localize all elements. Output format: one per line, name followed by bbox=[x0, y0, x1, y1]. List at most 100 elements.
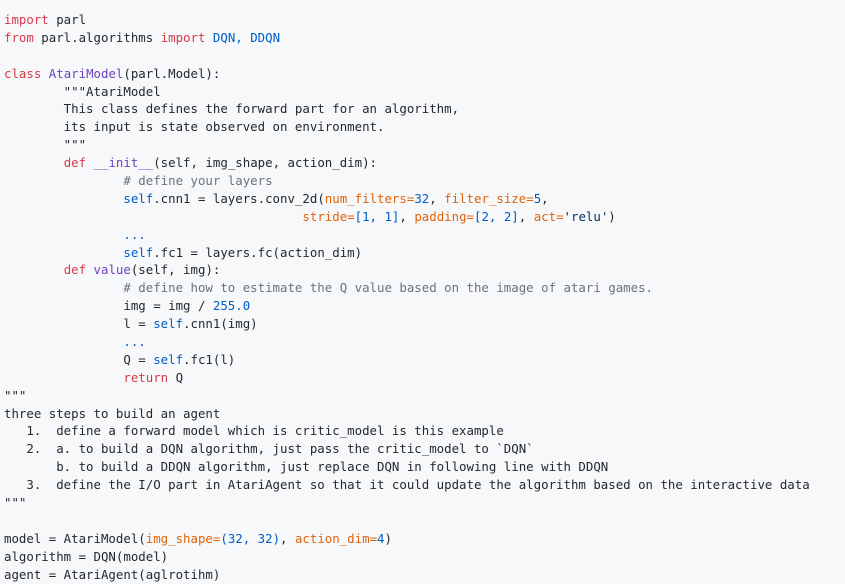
code-token: its input is state observed on environme… bbox=[4, 119, 385, 135]
code-token: , bbox=[399, 208, 415, 224]
code-line: b. to build a DDQN algorithm, just repla… bbox=[4, 458, 845, 476]
code-token: Q = bbox=[4, 351, 154, 367]
code-token: DQN, DDQN bbox=[205, 29, 281, 45]
code-token: self bbox=[4, 244, 154, 260]
code-line: algorithm = DQN(model) bbox=[4, 548, 845, 566]
code-token: img = img / bbox=[4, 298, 213, 314]
code-token: AtariModel bbox=[41, 65, 124, 81]
code-token: 1. define a forward model which is criti… bbox=[4, 423, 504, 439]
code-line: from parl.algorithms import DQN, DDQN bbox=[4, 29, 845, 47]
code-line: """ bbox=[4, 387, 845, 405]
code-token: img_shape= bbox=[145, 530, 221, 546]
code-token: .fc1 = layers.fc(action_dim) bbox=[153, 244, 363, 260]
code-token: 4 bbox=[377, 530, 385, 546]
code-token: ... bbox=[4, 334, 146, 350]
code-token: self bbox=[153, 351, 184, 367]
code-token: ) bbox=[384, 530, 392, 546]
code-line: stride=[1, 1], padding=[2, 2], act='relu… bbox=[4, 208, 845, 226]
code-line: """AtariModel bbox=[4, 83, 845, 101]
code-token: padding= bbox=[414, 208, 474, 224]
code-line: img = img / 255.0 bbox=[4, 297, 845, 315]
code-line: 1. define a forward model which is criti… bbox=[4, 422, 845, 440]
code-token: def bbox=[63, 262, 87, 278]
code-line: 3. define the I/O part in AtariAgent so … bbox=[4, 476, 845, 494]
code-token: This class defines the forward part for … bbox=[4, 101, 460, 117]
code-line: three steps to build an agent bbox=[4, 405, 845, 423]
code-token: 255.0 bbox=[212, 298, 251, 314]
code-token: [1, 1] bbox=[354, 208, 400, 224]
code-token: # define how to estimate the Q value bas… bbox=[4, 280, 654, 296]
code-token: parl.algorithms bbox=[33, 29, 161, 45]
code-line: self.cnn1 = layers.conv_2d(num_filters=3… bbox=[4, 190, 845, 208]
code-token: # define your layers bbox=[4, 173, 273, 189]
code-line: l = self.cnn1(img) bbox=[4, 315, 845, 333]
code-token: from bbox=[4, 29, 34, 45]
code-token: def bbox=[63, 155, 87, 171]
code-token: 2. a. to build a DQN algorithm, just pas… bbox=[4, 441, 534, 457]
code-line: # define how to estimate the Q value bas… bbox=[4, 279, 845, 297]
code-token: """AtariModel bbox=[4, 83, 161, 99]
code-token: """ bbox=[4, 387, 27, 403]
code-token: .fc1(l) bbox=[183, 351, 236, 367]
code-view: import parl from parl.algorithms import D… bbox=[0, 0, 845, 582]
code-token: , bbox=[429, 190, 445, 206]
code-token: """ bbox=[4, 495, 27, 511]
code-token: .cnn1 = layers.conv_2d( bbox=[153, 190, 325, 206]
code-token: 32 bbox=[414, 190, 430, 206]
code-line: import parl bbox=[4, 11, 845, 29]
code-token: Q bbox=[168, 369, 184, 385]
code-token: self bbox=[153, 316, 184, 332]
code-token: import bbox=[160, 29, 206, 45]
code-line: model = AtariModel(img_shape=(32, 32), a… bbox=[4, 530, 845, 548]
code-token: 3. define the I/O part in AtariAgent so … bbox=[4, 477, 810, 493]
code-line: def __init__(self, img_shape, action_dim… bbox=[4, 154, 845, 172]
code-token: agent = AtariAgent(aglrotihm) bbox=[4, 566, 221, 582]
code-line: ... bbox=[4, 333, 845, 351]
code-token: parl bbox=[48, 12, 87, 27]
code-token: action_dim= bbox=[294, 530, 378, 546]
code-token: model = AtariModel( bbox=[4, 530, 146, 546]
code-token: num_filters= bbox=[324, 190, 415, 206]
code-line: its input is state observed on environme… bbox=[4, 118, 845, 136]
code-line: self.fc1 = layers.fc(action_dim) bbox=[4, 244, 845, 262]
code-line: Q = self.fc1(l) bbox=[4, 351, 845, 369]
code-token: act= bbox=[533, 208, 564, 224]
code-line: """ bbox=[4, 136, 845, 154]
code-token: ... bbox=[4, 226, 146, 242]
code-token: import bbox=[4, 12, 49, 27]
code-token: (32, 32) bbox=[220, 530, 281, 546]
code-token: 'relu' bbox=[563, 208, 609, 224]
code-line: # define your layers bbox=[4, 172, 845, 190]
code-token: three steps to build an agent bbox=[4, 405, 221, 421]
code-token: filter_size= bbox=[444, 190, 534, 206]
code-token: ) bbox=[608, 208, 616, 224]
code-token: (self, img_shape, action_dim): bbox=[153, 155, 378, 171]
code-token: """ bbox=[4, 137, 87, 153]
code-token: l = bbox=[4, 316, 154, 332]
code-line: return Q bbox=[4, 369, 845, 387]
code-line: def value(self, img): bbox=[4, 261, 845, 279]
code-token: .cnn1(img) bbox=[183, 316, 258, 332]
code-line: 2. a. to build a DQN algorithm, just pas… bbox=[4, 440, 845, 458]
code-token: , bbox=[280, 530, 295, 546]
code-token: algorithm = DQN(model) bbox=[4, 548, 169, 564]
code-token: (self, img): bbox=[130, 262, 221, 278]
code-token: value bbox=[86, 262, 131, 278]
code-line: This class defines the forward part for … bbox=[4, 100, 845, 118]
code-token: __init__ bbox=[86, 155, 154, 171]
code-line: agent = AtariAgent(aglrotihm) bbox=[4, 566, 845, 584]
code-token: class bbox=[4, 65, 42, 81]
code-line: ... bbox=[4, 226, 845, 244]
code-token: (parl.Model): bbox=[123, 65, 221, 81]
code-token: return bbox=[4, 369, 169, 385]
code-token: [2, 2] bbox=[474, 208, 519, 224]
code-token: self bbox=[4, 190, 154, 206]
code-token: , bbox=[518, 208, 534, 224]
code-line: class AtariModel(parl.Model): bbox=[4, 65, 845, 83]
code-token: , bbox=[541, 190, 549, 206]
code-token: stride= bbox=[302, 208, 355, 224]
